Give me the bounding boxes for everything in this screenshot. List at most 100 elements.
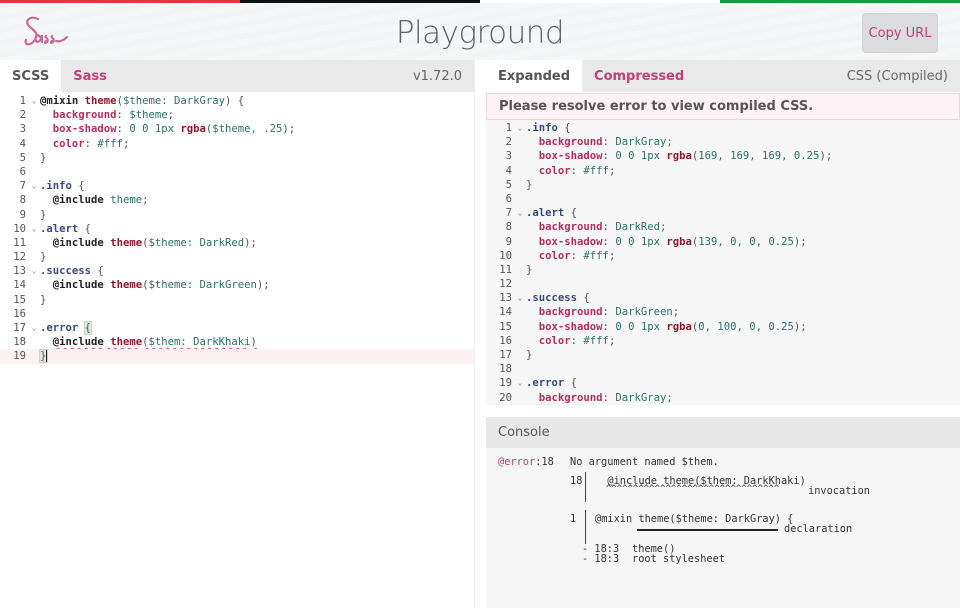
selector: .error (526, 377, 565, 390)
line-content: } (526, 263, 532, 277)
line-number: 11 (499, 263, 512, 276)
code-line: 17 ⌄ .error { (0, 321, 474, 335)
line-content: .info { (40, 179, 85, 193)
line-number: 17 (499, 349, 512, 361)
line-content: @include theme($theme: DarkGreen); (40, 278, 270, 292)
line-content: color: #fff; (526, 334, 616, 348)
punctuation: : (602, 235, 616, 248)
tab-sass[interactable]: Sass (61, 60, 119, 92)
input-tabbar: SCSS Sass v1.72.0 (0, 60, 474, 92)
page-title: Playground (395, 15, 565, 51)
trace-location: - 18:3 (582, 553, 620, 565)
punctuation: { (577, 292, 590, 305)
error-line-ref: :18 (535, 456, 554, 468)
line-content: } (38, 349, 49, 364)
compiled-line: 15 box-shadow: 0 0 1px rgba(0, 100, 0, 0… (486, 320, 960, 334)
punctuation: } (526, 178, 533, 191)
selector: .alert (40, 222, 79, 235)
punctuation: : (570, 164, 584, 177)
scss-editor[interactable]: 1 ⌄ @mixin theme($theme: DarkGray) { 2 ba… (0, 92, 474, 364)
function-name: theme (84, 95, 117, 107)
property: box-shadow (538, 150, 603, 163)
argument: $theme: DarkRed (148, 236, 245, 249)
line-content: box-shadow: 0 0 1px rgba($theme, .25); (40, 122, 295, 136)
line-content: background: DarkGray; (526, 391, 673, 405)
line-content: background: DarkGray; (526, 135, 673, 149)
fold-chevron-icon[interactable]: ⌄ (514, 291, 526, 305)
line-content: color: #fff; (40, 137, 130, 151)
fold-chevron-icon[interactable]: ⌄ (514, 206, 526, 220)
code-line: 3 box-shadow: 0 0 1px rgba($theme, .25); (0, 122, 474, 136)
code-line: 12 } (0, 250, 474, 264)
code-line: 13 ⌄ .success { (0, 264, 474, 278)
line-number: 1 (505, 122, 512, 134)
fold-chevron-icon[interactable]: ⌄ (28, 264, 40, 278)
punctuation: ; (608, 164, 616, 177)
argument: 169, 169, 169, 0.25 (698, 150, 820, 163)
punctuation: ; (142, 194, 149, 207)
line-content: box-shadow: 0 0 1px rgba(139, 0, 0, 0.25… (526, 235, 807, 249)
property: color (52, 137, 85, 150)
punctuation: ; (659, 221, 667, 234)
selector: .error (40, 322, 79, 334)
tab-compressed[interactable]: Compressed (582, 60, 696, 92)
output-tabbar: Expanded Compressed CSS (Compiled) (486, 60, 960, 92)
value: 0 0 1px (129, 123, 181, 136)
code-line: 1 ⌄ @mixin theme($theme: DarkGray) { (0, 94, 474, 108)
fold-chevron-icon[interactable]: ⌄ (28, 321, 40, 335)
snippet-code: @mixin theme($theme: DarkGray) { (595, 513, 794, 525)
line-number: 17 (13, 322, 26, 334)
tab-expanded[interactable]: Expanded (486, 60, 583, 92)
snippet-gutter-bar (585, 472, 586, 502)
line-number: 5 (19, 151, 26, 164)
punctuation: ); (793, 320, 807, 333)
value: #fff (97, 137, 123, 150)
code-line: 14 @include theme($theme: DarkGreen); (0, 278, 474, 292)
line-content: background: DarkGreen; (526, 305, 679, 319)
fold-chevron-icon[interactable]: ⌄ (514, 376, 526, 390)
fold-chevron-icon[interactable]: ⌄ (28, 222, 40, 236)
code-line-error: 18 @include theme($them: DarkKhaki) (0, 335, 474, 349)
selector: .alert (526, 207, 565, 220)
snippet-label-invocation: invocation (808, 485, 870, 497)
header: Playground Copy URL (0, 3, 960, 60)
argument: $theme: DarkGreen (148, 279, 257, 292)
fold-chevron-icon[interactable]: ⌄ (28, 179, 40, 193)
line-content: .error { (526, 376, 577, 390)
line-content: box-shadow: 0 0 1px rgba(169, 169, 169, … (526, 149, 832, 163)
keyword: @include (52, 194, 104, 207)
line-number: 8 (505, 221, 512, 234)
code-line: 10 ⌄ .alert { (0, 222, 474, 236)
argument: $theme, .25 (212, 123, 283, 136)
line-content: color: #fff; (526, 249, 616, 263)
compiled-css-viewer[interactable]: 1 ⌄ .info {2 background: DarkGray; 3 box-sh… (486, 120, 960, 405)
tab-scss[interactable]: SCSS (0, 60, 62, 92)
fold-chevron-icon[interactable]: ⌄ (28, 94, 40, 108)
copy-url-button[interactable]: Copy URL (862, 13, 938, 53)
selector: .success (526, 292, 578, 305)
line-content: @include theme($theme: DarkRed); (40, 236, 257, 250)
line-content: @include theme($them: DarkKhaki) (40, 335, 257, 349)
code-line: 2 background: $theme; (0, 108, 474, 122)
fold-chevron-icon[interactable]: ⌄ (514, 121, 526, 135)
function-name: rgba (666, 235, 692, 248)
matched-brace: { (83, 321, 93, 335)
line-content: color: #fff; (526, 164, 616, 178)
line-number: 2 (505, 136, 512, 149)
compiled-line: 10 color: #fff; (486, 249, 960, 263)
line-number: 13 (13, 265, 26, 278)
line-number: 15 (13, 293, 26, 306)
punctuation: : (602, 320, 616, 333)
line-number: 1 (19, 95, 26, 107)
console-header: Console (486, 417, 960, 448)
compiled-line: 6 (486, 192, 960, 206)
compiled-line: 11} (486, 263, 960, 277)
keyword: @include (52, 279, 104, 292)
